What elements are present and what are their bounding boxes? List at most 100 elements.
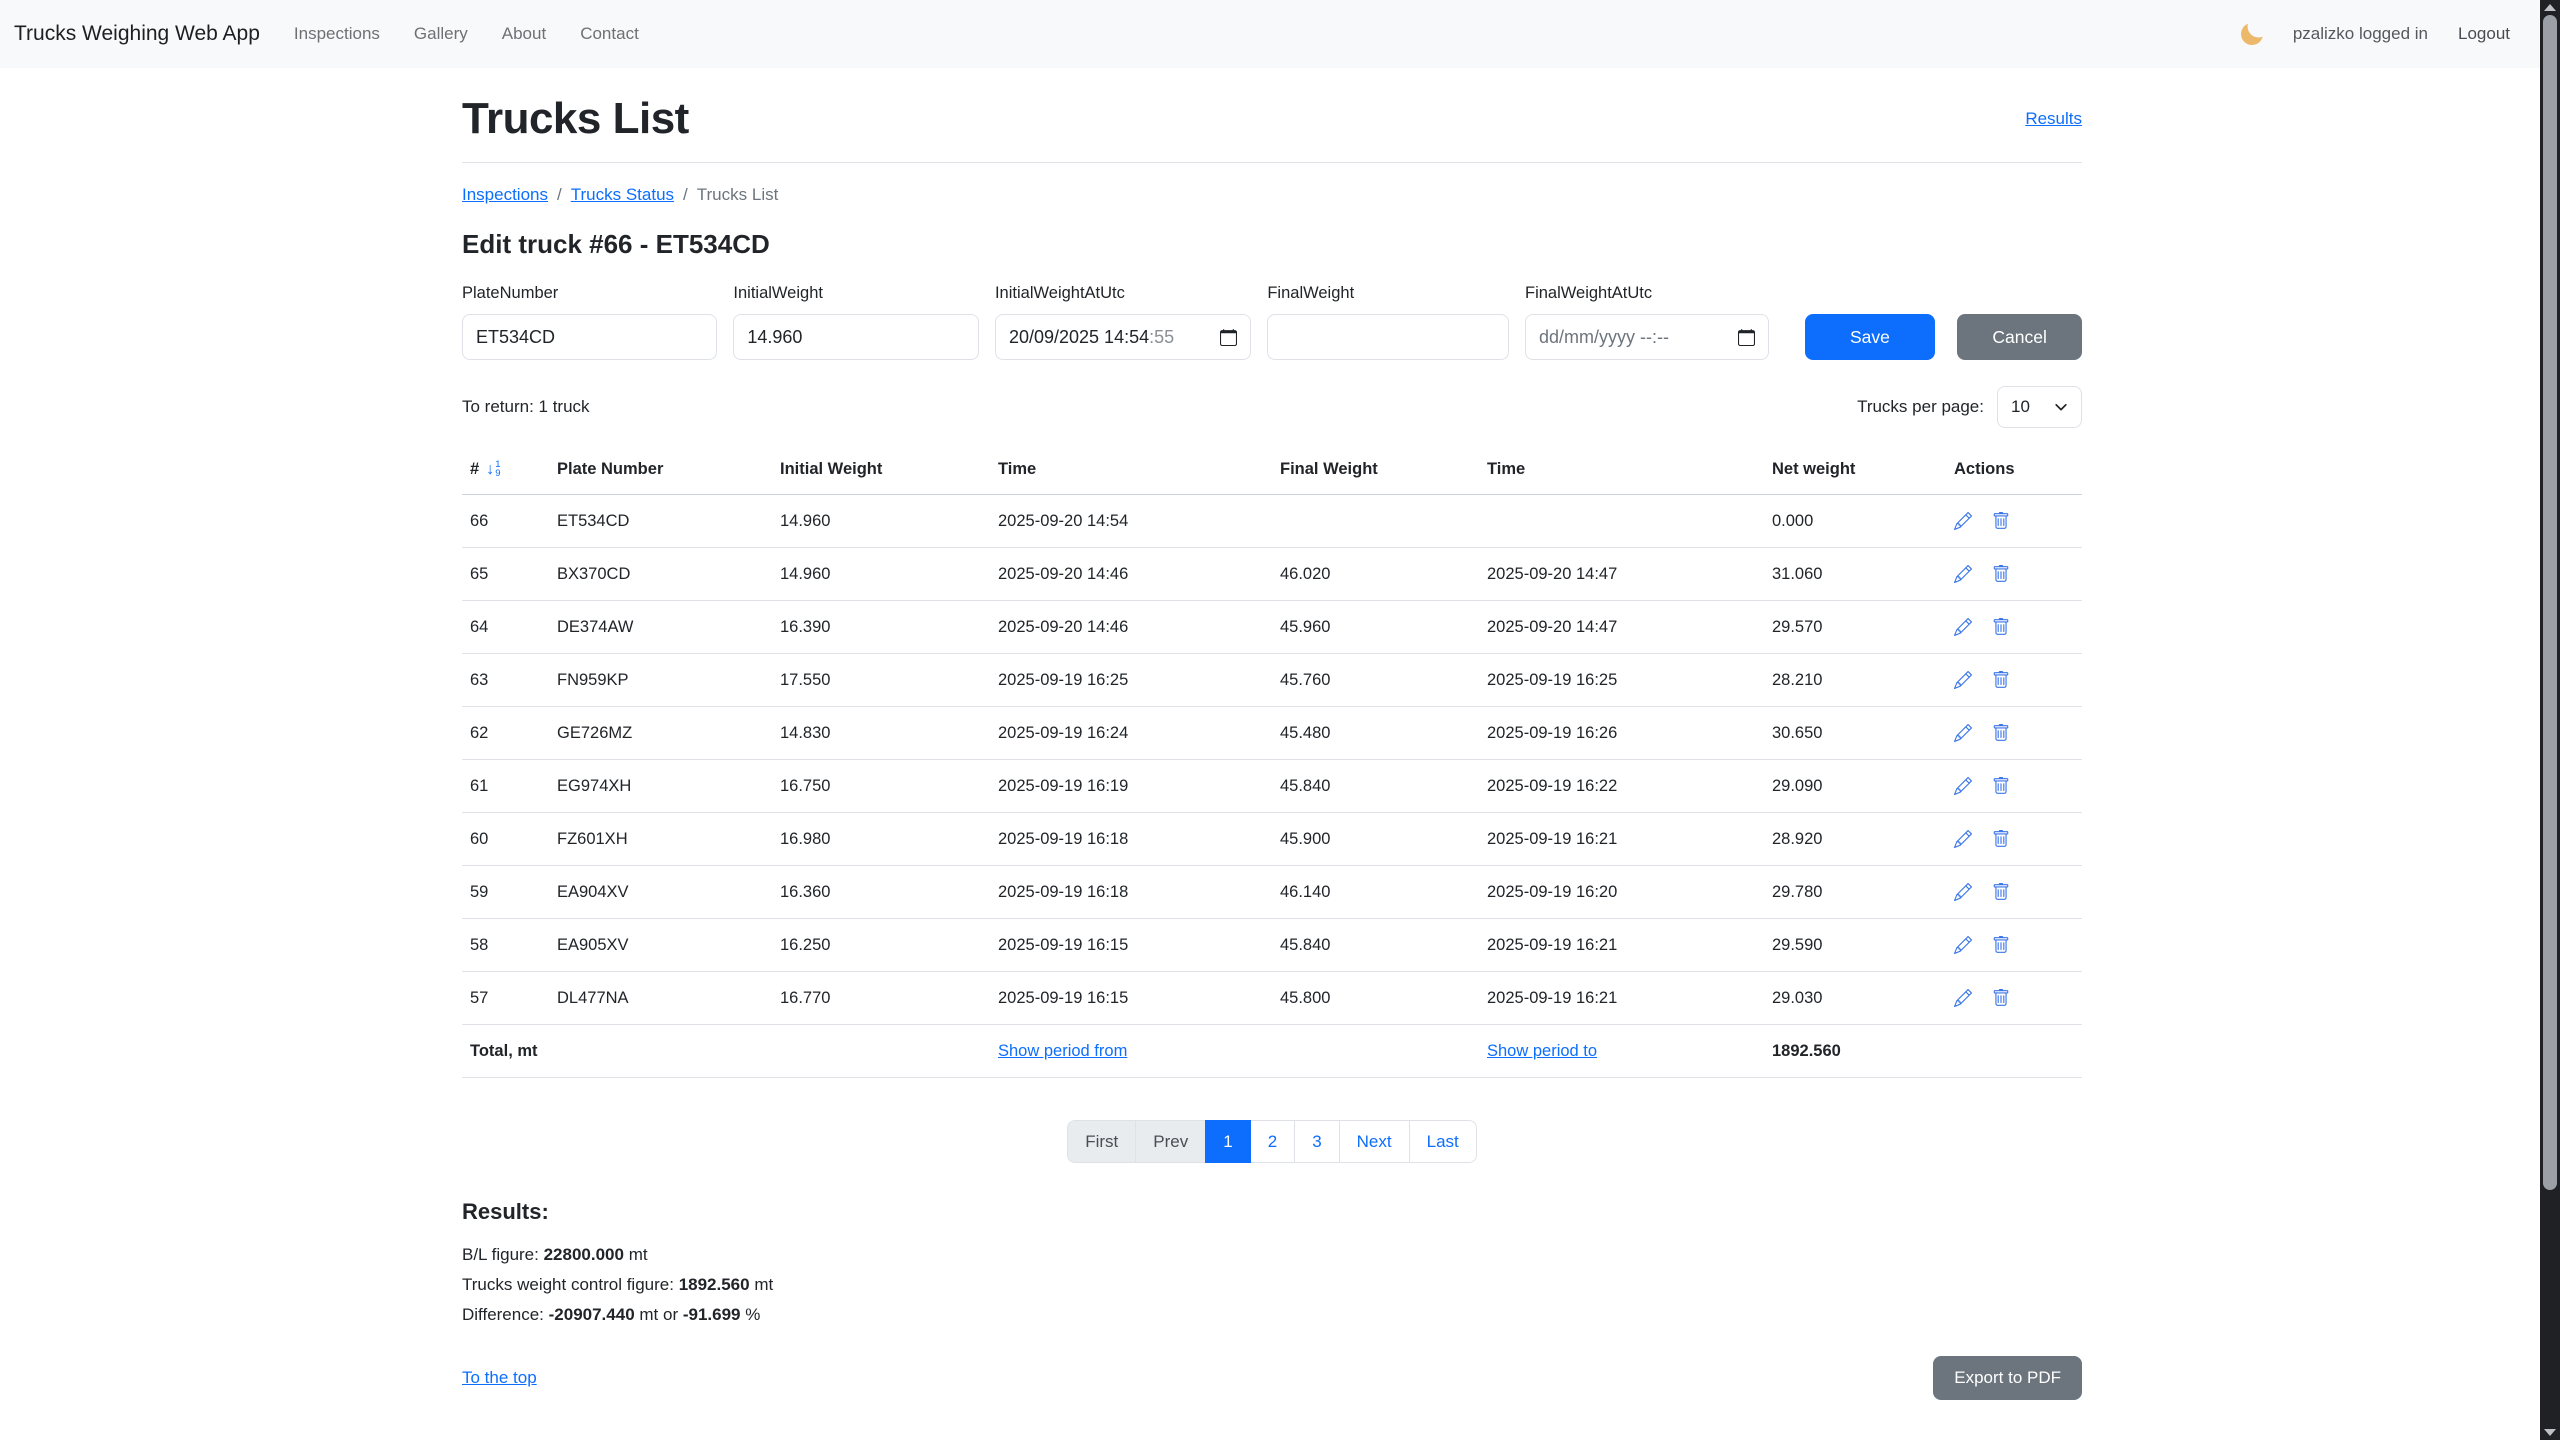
cell-plate-number: ET534CD xyxy=(549,495,772,548)
breadcrumb-inspections[interactable]: Inspections xyxy=(462,185,548,205)
cell-final-time: 2025-09-19 16:25 xyxy=(1479,654,1764,707)
cell-initial-weight: 16.770 xyxy=(772,972,990,1025)
cell-initial-weight: 16.390 xyxy=(772,601,990,654)
calendar-icon[interactable] xyxy=(1210,329,1237,346)
pencil-icon[interactable] xyxy=(1954,830,1972,848)
table-row: 64 DE374AW 16.390 2025-09-20 14:46 45.96… xyxy=(462,601,2082,654)
final-weight-at-utc-input[interactable]: dd/mm/yyyy --:-- xyxy=(1525,314,1769,360)
cell-actions xyxy=(1946,866,2082,919)
cell-actions xyxy=(1946,813,2082,866)
cell-actions xyxy=(1946,601,2082,654)
scrollbar[interactable] xyxy=(2540,0,2560,1440)
nav-item-gallery[interactable]: Gallery xyxy=(414,24,468,44)
cell-number: 62 xyxy=(462,707,549,760)
save-button[interactable]: Save xyxy=(1805,314,1936,360)
trash-icon[interactable] xyxy=(1992,830,2010,848)
pencil-icon[interactable] xyxy=(1954,618,1972,636)
control-figure-line: Trucks weight control figure: 1892.560 m… xyxy=(462,1270,2082,1300)
pencil-icon[interactable] xyxy=(1954,777,1972,795)
breadcrumb-trucks-status[interactable]: Trucks Status xyxy=(571,185,674,205)
trash-icon[interactable] xyxy=(1992,883,2010,901)
breadcrumb-separator: / xyxy=(683,185,688,205)
cell-actions xyxy=(1946,972,2082,1025)
initial-weight-at-utc-input[interactable]: 20/09/2025 14:54:55 xyxy=(995,314,1251,360)
page-next[interactable]: Next xyxy=(1339,1120,1410,1163)
trash-icon[interactable] xyxy=(1992,936,2010,954)
page-3[interactable]: 3 xyxy=(1294,1120,1339,1163)
trash-icon[interactable] xyxy=(1992,989,2010,1007)
trash-icon[interactable] xyxy=(1992,618,2010,636)
cell-actions xyxy=(1946,760,2082,813)
cell-initial-weight: 17.550 xyxy=(772,654,990,707)
page-title: Trucks List xyxy=(462,94,689,144)
app-brand[interactable]: Trucks Weighing Web App xyxy=(14,22,260,46)
pencil-icon[interactable] xyxy=(1954,512,1972,530)
initial-weight-label: InitialWeight xyxy=(733,284,979,303)
calendar-icon[interactable] xyxy=(1728,329,1755,346)
per-page-select[interactable]: 10 xyxy=(1997,386,2082,428)
nav-item-about[interactable]: About xyxy=(502,24,546,44)
edit-truck-heading: Edit truck #66 - ET534CD xyxy=(462,229,2082,260)
plate-number-input[interactable] xyxy=(462,314,717,360)
cell-final-time: 2025-09-19 16:26 xyxy=(1479,707,1764,760)
cell-final-weight: 45.480 xyxy=(1272,707,1479,760)
cell-initial-time: 2025-09-19 16:19 xyxy=(990,760,1272,813)
cell-actions xyxy=(1946,654,2082,707)
results-section: Results: B/L figure: 22800.000 mt Trucks… xyxy=(462,1199,2082,1330)
pencil-icon[interactable] xyxy=(1954,883,1972,901)
export-to-pdf-button[interactable]: Export to PDF xyxy=(1933,1356,2082,1400)
trash-icon[interactable] xyxy=(1992,671,2010,689)
results-link[interactable]: Results xyxy=(2025,109,2082,129)
cell-plate-number: DE374AW xyxy=(549,601,772,654)
page-last[interactable]: Last xyxy=(1409,1120,1477,1163)
cell-net-weight: 30.650 xyxy=(1764,707,1946,760)
header-actions: Actions xyxy=(1946,450,2082,495)
page-1[interactable]: 1 xyxy=(1205,1120,1250,1163)
cell-initial-time: 2025-09-19 16:24 xyxy=(990,707,1272,760)
show-period-to-link[interactable]: Show period to xyxy=(1487,1042,1597,1060)
final-weight-at-utc-label: FinalWeightAtUtc xyxy=(1525,284,1769,303)
cell-actions xyxy=(1946,548,2082,601)
initial-weight-input[interactable] xyxy=(733,314,979,360)
sort-numeric-down-icon[interactable]: ↓ 19 xyxy=(486,461,500,478)
cell-initial-weight: 14.960 xyxy=(772,495,990,548)
final-weight-input[interactable] xyxy=(1267,314,1509,360)
cell-net-weight: 31.060 xyxy=(1764,548,1946,601)
header-initial-time: Time xyxy=(990,450,1272,495)
navbar: Trucks Weighing Web App Inspections Gall… xyxy=(0,0,2560,68)
moon-icon[interactable] xyxy=(2239,21,2265,47)
difference-line: Difference: -20907.440 mt or -91.699 % xyxy=(462,1300,2082,1330)
cell-final-weight: 45.800 xyxy=(1272,972,1479,1025)
pencil-icon[interactable] xyxy=(1954,724,1972,742)
scrollbar-thumb[interactable] xyxy=(2543,15,2557,1190)
scrollbar-down-arrow-icon[interactable] xyxy=(2544,1429,2556,1436)
pencil-icon[interactable] xyxy=(1954,989,1972,1007)
cell-plate-number: FZ601XH xyxy=(549,813,772,866)
show-period-from-link[interactable]: Show period from xyxy=(998,1042,1127,1060)
pencil-icon[interactable] xyxy=(1954,565,1972,583)
nav-item-contact[interactable]: Contact xyxy=(580,24,639,44)
pencil-icon[interactable] xyxy=(1954,936,1972,954)
header-plate-number: Plate Number xyxy=(549,450,772,495)
trash-icon[interactable] xyxy=(1992,777,2010,795)
nav-item-inspections[interactable]: Inspections xyxy=(294,24,380,44)
scrollbar-up-arrow-icon[interactable] xyxy=(2544,4,2556,11)
cell-number: 60 xyxy=(462,813,549,866)
page-2[interactable]: 2 xyxy=(1250,1120,1295,1163)
cell-final-time: 2025-09-20 14:47 xyxy=(1479,601,1764,654)
cell-initial-weight: 14.830 xyxy=(772,707,990,760)
main-container: Trucks List Results Inspections / Trucks… xyxy=(462,94,2082,1400)
pencil-icon[interactable] xyxy=(1954,671,1972,689)
navbar-right: pzalizko logged in Logout xyxy=(2241,23,2510,45)
cell-plate-number: EA904XV xyxy=(549,866,772,919)
trash-icon[interactable] xyxy=(1992,724,2010,742)
trash-icon[interactable] xyxy=(1992,512,2010,530)
total-label: Total, mt xyxy=(462,1025,990,1078)
cell-initial-time: 2025-09-19 16:15 xyxy=(990,919,1272,972)
trash-icon[interactable] xyxy=(1992,565,2010,583)
cancel-button[interactable]: Cancel xyxy=(1957,314,2082,360)
cell-initial-weight: 16.980 xyxy=(772,813,990,866)
to-the-top-link[interactable]: To the top xyxy=(462,1368,537,1388)
table-row: 57 DL477NA 16.770 2025-09-19 16:15 45.80… xyxy=(462,972,2082,1025)
logout-link[interactable]: Logout xyxy=(2458,24,2510,44)
